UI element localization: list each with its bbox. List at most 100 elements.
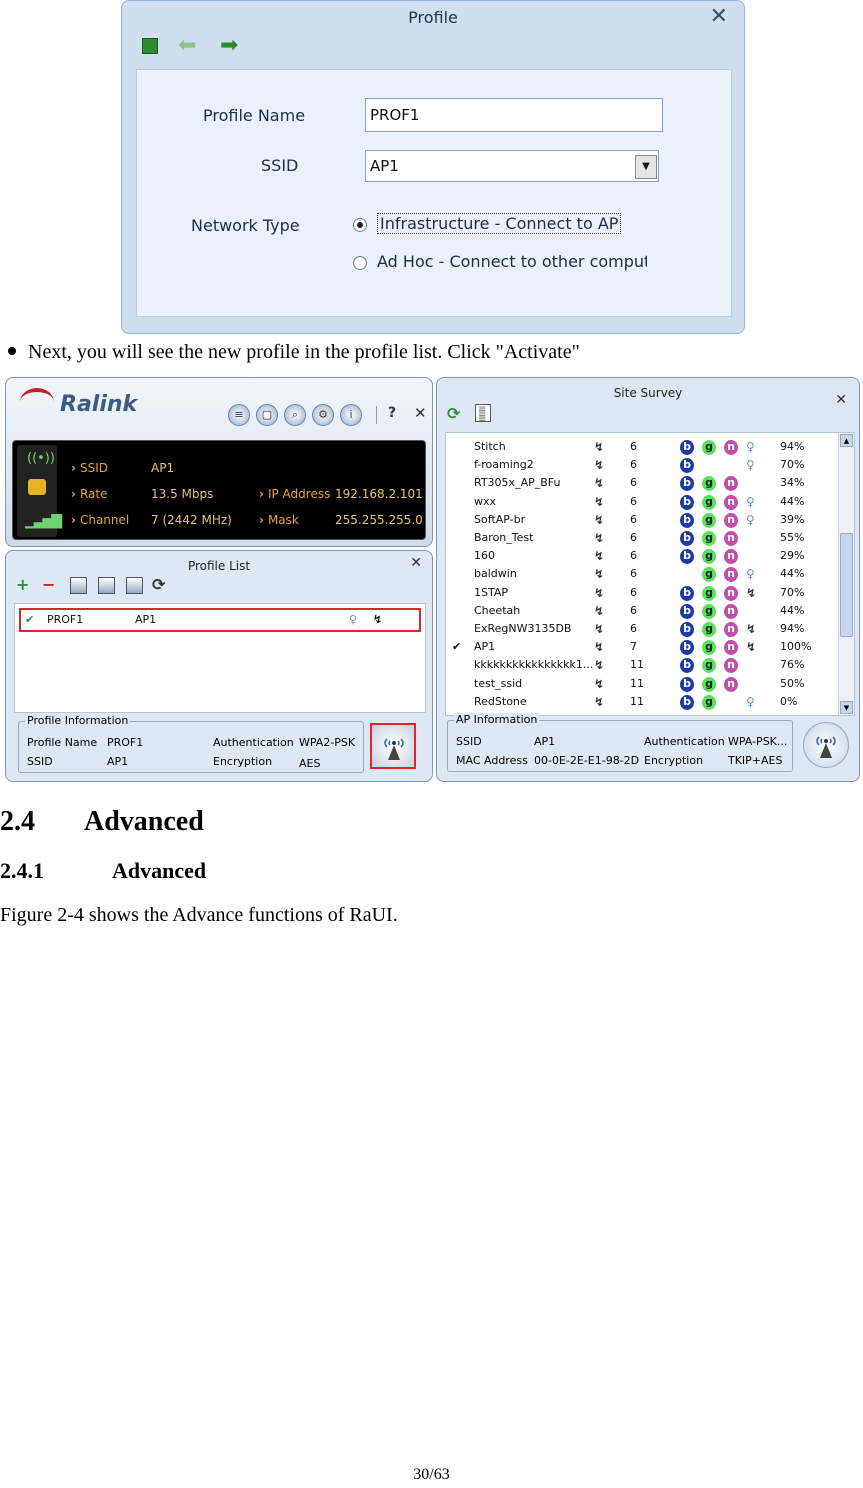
stop-icon[interactable] [142, 38, 158, 54]
close-icon[interactable]: ✕ [410, 555, 422, 571]
infrastructure-icon: ↯ [594, 440, 605, 454]
back-arrow-icon[interactable]: ⬅ [178, 35, 196, 57]
section-title: Advanced [84, 806, 204, 837]
mode-g-icon: g [702, 640, 716, 656]
profile-row[interactable]: ✔ PROF1 AP1 ♀ ↯ [19, 608, 421, 632]
info-icon[interactable]: i [340, 404, 362, 426]
remove-icon[interactable]: − [42, 575, 55, 594]
survey-signal: 29% [780, 549, 805, 563]
status-mask-label: › Mask [259, 513, 299, 527]
survey-row[interactable]: baldwin ↯ 6 g n ♀ 44% [446, 564, 838, 583]
mode-n-icon: n [724, 676, 738, 692]
adhoc-radio[interactable] [353, 256, 367, 270]
list-view-icon[interactable]: ≡ ≡ ≡ [475, 404, 491, 425]
gear-icon[interactable]: ⚙ [312, 404, 334, 426]
help-icon[interactable]: ? [388, 405, 396, 421]
survey-row[interactable]: ExRegNW3135DB ↯ 6 b g n ↯ 94% [446, 619, 838, 637]
section-number: 2.4 [0, 806, 35, 837]
mode-n-icon: n [724, 622, 738, 637]
status-ssid-label: › SSID [71, 461, 108, 475]
search-icon[interactable]: ⌕ [284, 404, 306, 426]
survey-signal: 70% [780, 585, 805, 599]
infrastructure-radio-label[interactable]: Infrastructure - Connect to AP [377, 213, 622, 234]
check-icon: ✔ [25, 613, 35, 626]
ssid-label: SSID [261, 156, 299, 175]
status-ip-label: › IP Address [259, 487, 331, 501]
bullet-icon [8, 347, 16, 356]
wps-icon: ↯ [746, 622, 757, 636]
refresh-icon[interactable]: ⟳ [447, 404, 460, 423]
list-icon[interactable]: ≡ [228, 404, 250, 426]
ssid-select-value: AP1 [370, 157, 399, 175]
instruction-bullet: Next, you will see the new profile in th… [8, 341, 580, 364]
close-icon[interactable]: ✕ [835, 392, 847, 408]
status-rate-label: › Rate [71, 487, 108, 501]
infrastructure-icon: ↯ [594, 640, 605, 655]
mode-n-icon: n [724, 658, 738, 674]
import-icon[interactable] [98, 577, 115, 594]
subsection-title: Advanced [112, 858, 207, 883]
infrastructure-radio[interactable] [353, 218, 367, 232]
survey-ssid: AP1 [474, 640, 496, 654]
survey-row[interactable]: wxx ↯ 6 b g n ♀ 44% [446, 492, 838, 510]
mode-g-icon: g [702, 585, 716, 601]
profile-name-input[interactable]: PROF1 [365, 98, 663, 132]
mode-n-icon: n [724, 440, 738, 455]
survey-channel: 6 [630, 458, 637, 472]
ap-information-legend: AP Information [454, 713, 540, 726]
mode-g-icon: g [702, 676, 716, 692]
close-icon[interactable]: ✕ [710, 4, 728, 29]
add-icon[interactable]: + [16, 575, 29, 594]
survey-row[interactable]: 1STAP ↯ 6 b g n ↯ 70% [446, 583, 838, 601]
survey-row[interactable]: kkkkkkkkkkkkkkkk1... ↯ 11 b g n 76% [446, 655, 838, 674]
scroll-down-icon[interactable]: ▼ [840, 701, 853, 714]
activate-small-icon[interactable]: ⟳ [152, 575, 165, 594]
survey-row[interactable]: Stitch ↯ 6 b g n ♀ 94% [446, 437, 838, 455]
survey-row[interactable]: f-roaming2 ↯ 6 b ♀ 70% [446, 455, 838, 474]
survey-row[interactable]: SoftAP-br ↯ 6 b g n ♀ 39% [446, 510, 838, 528]
scroll-up-icon[interactable]: ▲ [840, 434, 853, 447]
survey-ssid: 1STAP [474, 585, 509, 599]
survey-row[interactable]: RedStone ↯ 11 b g ♀ 0% [446, 692, 838, 710]
scroll-thumb[interactable] [840, 533, 853, 637]
adhoc-radio-label[interactable]: Ad Hoc - Connect to other computer [377, 252, 647, 271]
ssid-select[interactable]: AP1 ▼ [365, 150, 659, 182]
profile-icon[interactable]: ▢ [256, 404, 278, 426]
subsection-heading: 2.4.1 Advanced [0, 858, 206, 884]
connection-status-panel: ((•)) ▁▃▅▇ › SSID AP1 › Rate 13.5 Mbps › Ch… [12, 440, 426, 540]
survey-row[interactable]: 160 ↯ 6 b g n 29% [446, 546, 838, 565]
wireless-antenna-icon [816, 736, 836, 758]
scrollbar[interactable]: ▲ ▼ [838, 433, 854, 715]
survey-channel: 6 [630, 603, 637, 617]
close-icon[interactable]: ✕ [414, 404, 427, 422]
key-icon: ♀ [746, 512, 755, 527]
mode-b-icon: b [680, 512, 694, 528]
status-channel-value: 7 (2442 MHz) [151, 513, 232, 527]
edit-icon[interactable] [70, 577, 87, 594]
status-channel-label: › Channel [71, 513, 130, 527]
survey-channel: 6 [630, 440, 637, 453]
survey-signal: 94% [780, 440, 805, 453]
survey-row[interactable]: test_ssid ↯ 11 b g n 50% [446, 674, 838, 692]
infrastructure-icon: ↯ [594, 476, 605, 491]
mode-n-icon: n [724, 476, 738, 492]
connect-button[interactable] [803, 722, 849, 768]
forward-arrow-icon[interactable]: ➡ [220, 35, 238, 57]
survey-row[interactable]: Cheetah ↯ 6 b g n 44% [446, 601, 838, 619]
export-icon[interactable] [126, 577, 143, 594]
status-mask-value: 255.255.255.0 [335, 513, 423, 527]
page-number: 30/63 [413, 1466, 450, 1483]
survey-signal: 44% [780, 494, 805, 508]
mode-b-icon: b [680, 549, 694, 565]
survey-row[interactable]: ✔ AP1 ↯ 7 b g n ↯ 100% [446, 637, 838, 656]
survey-row[interactable]: RT305x_AP_BFu ↯ 6 b g n 34% [446, 473, 838, 492]
mode-n-icon: n [724, 512, 738, 528]
survey-signal: 39% [780, 512, 805, 526]
ap-auth-label: Authentication [644, 735, 725, 748]
survey-channel: 6 [630, 549, 637, 563]
chevron-down-icon[interactable]: ▼ [635, 155, 657, 179]
mode-n-icon: n [724, 567, 738, 583]
survey-row[interactable]: Baron_Test ↯ 6 b g n 55% [446, 528, 838, 546]
activate-button[interactable] [370, 723, 416, 769]
mode-b-icon: b [680, 622, 694, 637]
